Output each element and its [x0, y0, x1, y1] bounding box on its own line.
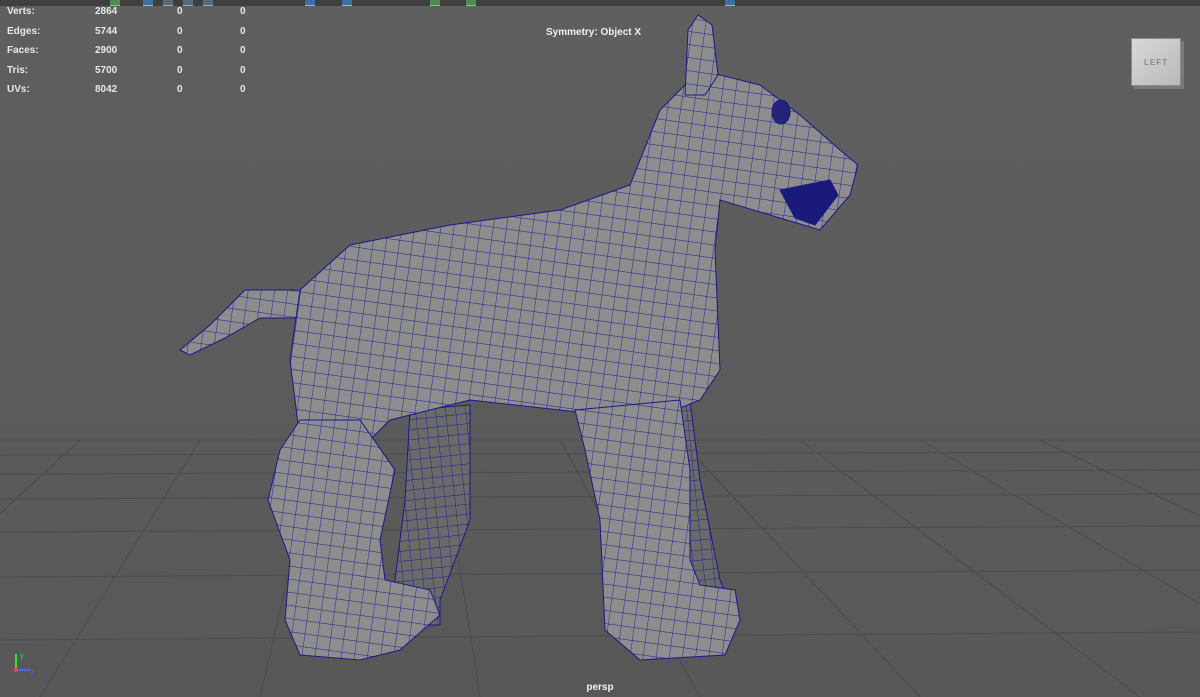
- hud-selected: 0: [177, 64, 183, 76]
- axis-gizmo-icon: y z: [10, 650, 40, 676]
- hud-total: 5744: [95, 25, 118, 37]
- hud-label: Edges:: [7, 25, 41, 37]
- render-icon[interactable]: [430, 0, 440, 6]
- hud-total: 8042: [95, 84, 118, 95]
- viewcube-icon[interactable]: LEFT: [1131, 38, 1181, 86]
- workspace-icon[interactable]: [725, 0, 735, 6]
- hud-component: 0: [240, 25, 246, 37]
- hud-component: 0: [240, 84, 246, 95]
- hud-selected: 0: [177, 25, 183, 37]
- snap-curve-icon[interactable]: [305, 0, 315, 6]
- svg-text:y: y: [20, 653, 24, 660]
- hud-component: 0: [240, 6, 246, 17]
- hud-total: 2864: [95, 6, 118, 17]
- viewcube-face-label: LEFT: [1144, 57, 1168, 67]
- ipr-render-icon[interactable]: [466, 0, 476, 6]
- dog-mesh[interactable]: [0, 0, 1200, 697]
- hud-row-verts: Verts: 2864 0 0: [7, 6, 267, 26]
- hud-row-tris: Tris: 5700 0 0: [7, 65, 267, 85]
- hud-component: 0: [240, 64, 246, 76]
- perspective-viewport[interactable]: Verts: 2864 0 0 Edges: 5744 0 0 Faces: 2…: [0, 0, 1200, 697]
- hud-total: 2900: [95, 45, 118, 56]
- symmetry-label: Symmetry: Object X: [546, 27, 642, 38]
- hud-label: Verts:: [7, 6, 35, 17]
- snap-point-icon[interactable]: [342, 0, 352, 6]
- hud-label: Faces:: [7, 45, 39, 56]
- svg-text:z: z: [31, 669, 35, 676]
- hud-selected: 0: [177, 6, 183, 17]
- poly-count-hud: Verts: 2864 0 0 Edges: 5744 0 0 Faces: 2…: [7, 6, 267, 104]
- hud-label: UVs:: [7, 84, 30, 95]
- hud-component: 0: [240, 45, 246, 56]
- hud-row-faces: Faces: 2900 0 0: [7, 45, 267, 65]
- hud-selected: 0: [177, 45, 183, 56]
- camera-name-label: persp: [586, 682, 614, 693]
- hud-row-edges: Edges: 5744 0 0: [7, 26, 267, 46]
- hud-total: 5700: [95, 64, 118, 76]
- hud-row-uvs: UVs: 8042 0 0: [7, 84, 267, 104]
- hud-label: Tris:: [7, 64, 29, 76]
- hud-selected: 0: [177, 84, 183, 95]
